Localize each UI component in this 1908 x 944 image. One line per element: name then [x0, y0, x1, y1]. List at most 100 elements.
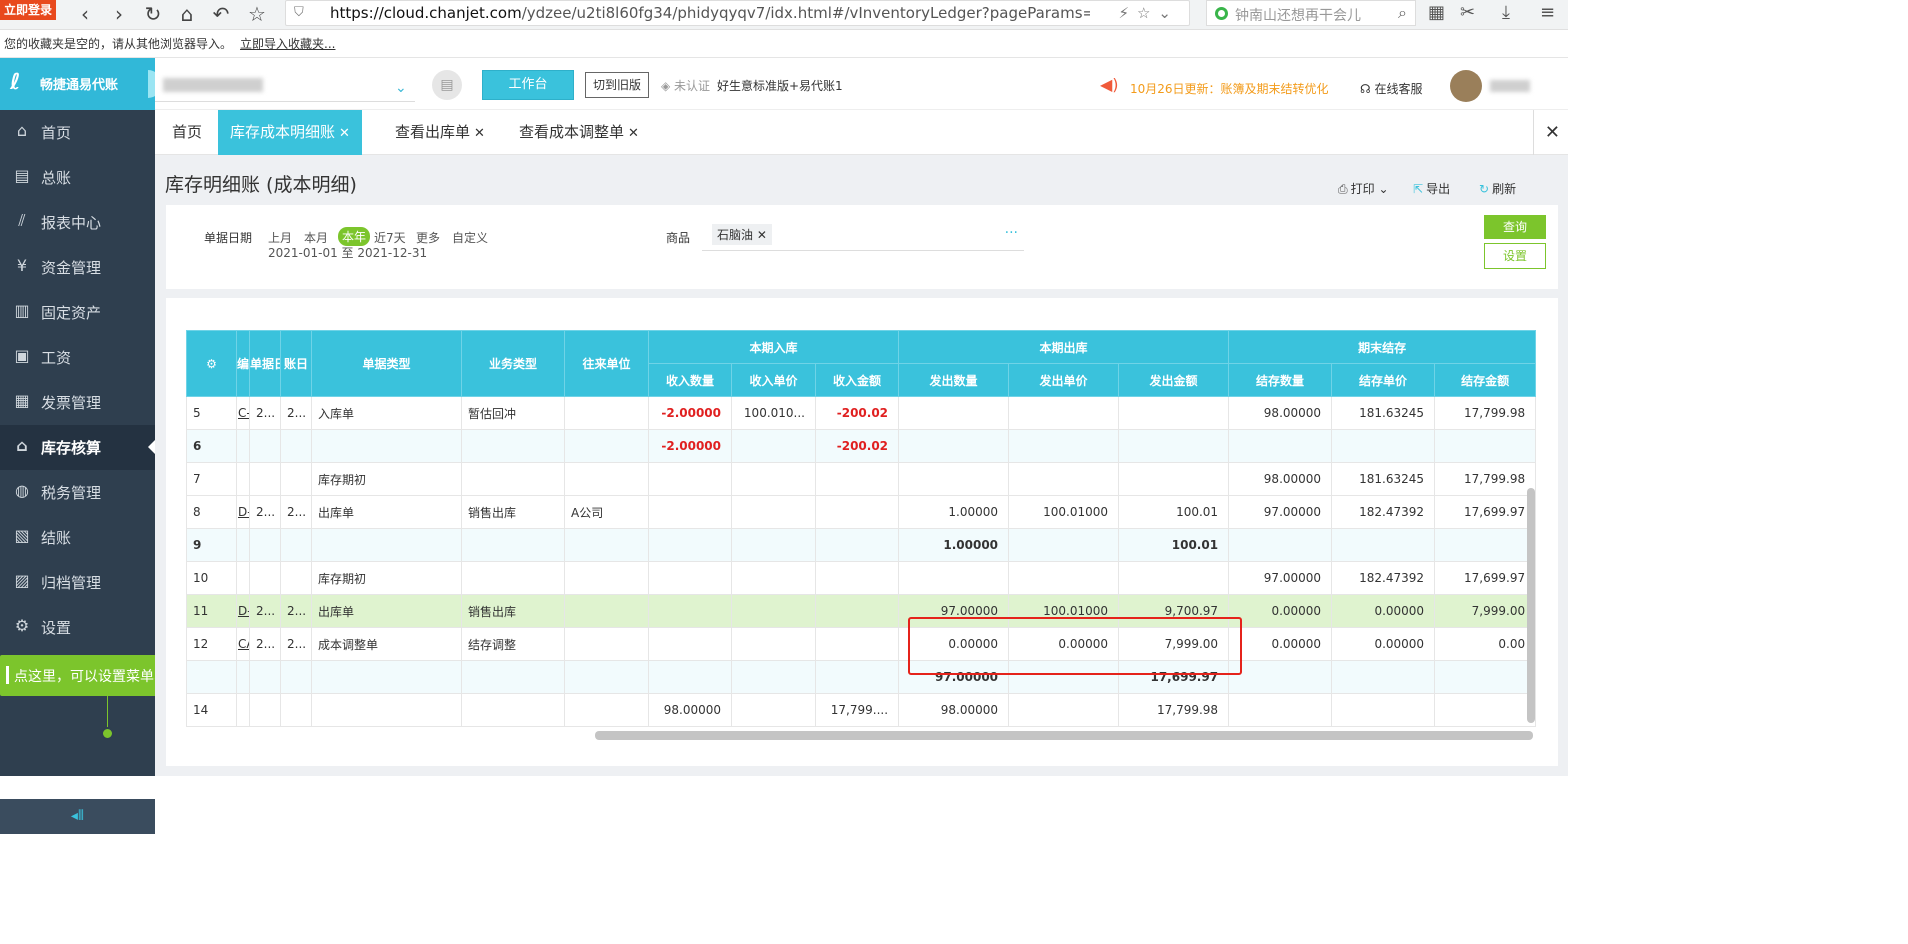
tab-item[interactable]: 查看出库单 ✕ — [383, 110, 497, 155]
sidebar-item-checkout[interactable]: ▧ 结账 — [0, 515, 155, 560]
tab-item[interactable]: 库存成本明细账 ✕ — [218, 110, 362, 155]
period-option[interactable]: 自定义 — [452, 229, 488, 246]
cell-in-price — [731, 561, 816, 595]
sidebar-item-asset[interactable]: ▥ 固定资产 — [0, 290, 155, 335]
col-header[interactable]: 单据类型 — [311, 330, 462, 397]
tab-close-icon[interactable]: ✕ — [628, 126, 639, 141]
table-row[interactable]: 6 -2.00000 -200.02 — [186, 429, 1537, 463]
tab-close-icon[interactable]: ✕ — [474, 126, 485, 141]
col-header[interactable]: 编 — [236, 330, 250, 397]
sidebar-item-ledger[interactable]: ▤ 总账 — [0, 155, 155, 200]
vertical-scrollbar[interactable] — [1527, 488, 1535, 723]
calendar-icon[interactable]: ▤ — [432, 70, 462, 100]
print-button[interactable]: ⎙ 打印 ⌄ — [1338, 180, 1389, 197]
account-select[interactable]: ⌄ — [155, 66, 415, 102]
table-row[interactable]: 10 库存期初 97.00000 182.47392 17,699.97 — [186, 561, 1537, 595]
goods-select[interactable]: 石脑油 ✕ ··· — [702, 221, 1024, 251]
col-header[interactable]: 结存单价 — [1331, 363, 1436, 397]
download-icon[interactable]: ⤓ — [1502, 2, 1510, 23]
col-header[interactable]: 发出单价 — [1008, 363, 1120, 397]
bookmark-star-icon[interactable]: ☆ — [244, 2, 270, 26]
cell-code[interactable] — [236, 660, 250, 694]
cell-code[interactable]: C- — [236, 396, 250, 430]
import-favorites-link[interactable]: 立即导入收藏夹... — [240, 37, 335, 51]
col-header[interactable]: 单据日 — [249, 330, 281, 397]
table-row[interactable]: 5 C- 2... 2... 入库单 暂估回冲 -2.00000 100.010... -200… — [186, 396, 1537, 430]
close-all-tabs-icon[interactable]: ✕ — [1545, 122, 1560, 143]
col-header[interactable]: 收入数量 — [648, 363, 732, 397]
col-header[interactable]: 业务类型 — [461, 330, 565, 397]
tab-item[interactable]: 首页 — [160, 110, 214, 155]
sidebar-item-tax[interactable]: ◍ 税务管理 — [0, 470, 155, 515]
sidebar-item-archive[interactable]: ▨ 归档管理 — [0, 560, 155, 605]
cell-code[interactable] — [236, 561, 250, 595]
refresh-button[interactable]: ↻ 刷新 — [1479, 180, 1516, 197]
old-version-button[interactable]: 切到旧版 — [585, 72, 650, 98]
group-header-balance: 期末结存 — [1228, 330, 1537, 364]
forward-icon[interactable]: › — [106, 2, 132, 26]
query-button[interactable]: 查询 — [1484, 215, 1546, 239]
sidebar-item-warehouse[interactable]: ⌂ 库存核算 — [0, 425, 155, 470]
col-header[interactable]: 结存数量 — [1228, 363, 1333, 397]
col-header[interactable]: 账日 — [280, 330, 312, 397]
undo-icon[interactable]: ↶ — [208, 2, 234, 26]
home-page-icon[interactable]: ⌂ — [174, 2, 200, 26]
col-header[interactable]: 发出数量 — [898, 363, 1010, 397]
cell-d1 — [249, 462, 281, 496]
sidebar-item-salary[interactable]: ▣ 工资 — [0, 335, 155, 380]
sidebar-item-chart[interactable]: ⫽ 报表中心 — [0, 200, 155, 245]
date-range[interactable]: 2021-01-01 至 2021-12-31 — [268, 244, 427, 261]
column-settings-header[interactable]: ⚙ — [186, 330, 237, 397]
reload-icon[interactable]: ↻ — [140, 2, 166, 26]
more-icon[interactable]: ··· — [1005, 225, 1018, 241]
tab-item[interactable]: 查看成本调整单 ✕ — [507, 110, 651, 155]
browser-search[interactable]: 钟南山还想再干会儿 ⌕ — [1206, 0, 1416, 26]
sidebar-item-home[interactable]: ⌂ 首页 — [0, 110, 155, 155]
address-bar[interactable]: ⛉ https://cloud.chanjet.com/ydzee/u2ti8l… — [285, 0, 1190, 26]
search-icon[interactable]: ⌕ — [1398, 3, 1407, 23]
chevron-down-icon: ⌄ — [395, 80, 407, 96]
cell-code[interactable]: D- — [236, 495, 250, 529]
avatar[interactable] — [1450, 70, 1482, 102]
collapse-menu-button[interactable]: ◂⦀ — [0, 799, 155, 834]
cell-code[interactable]: D- — [236, 594, 250, 628]
cell-d1 — [249, 693, 281, 727]
cell-code[interactable] — [236, 429, 250, 463]
logo[interactable]: ℓ 畅捷通易代账 — [0, 58, 162, 110]
cell-bal-qty: 0.00000 — [1228, 627, 1333, 661]
tab-close-icon[interactable]: ✕ — [339, 126, 350, 141]
table-row[interactable]: 97.00000 17,699.97 — [186, 660, 1537, 694]
apps-icon[interactable]: ▦ — [1428, 2, 1445, 23]
table-row[interactable]: 9 1.00000 100.01 — [186, 528, 1537, 562]
online-service[interactable]: ☊ 在线客服 — [1360, 80, 1423, 97]
setting-button[interactable]: 设置 — [1484, 243, 1546, 269]
workbench-button[interactable]: 工作台 — [482, 70, 574, 100]
table-row[interactable]: 14 98.00000 17,799.... 98.00000 17,799.98 — [186, 693, 1537, 727]
back-icon[interactable]: ‹ — [72, 2, 98, 26]
col-header[interactable]: 收入金额 — [814, 363, 900, 397]
col-header[interactable]: 往来单位 — [564, 330, 649, 397]
login-badge[interactable]: 立即登录 — [0, 0, 57, 20]
col-header[interactable]: 结存金额 — [1434, 363, 1537, 397]
horizontal-scrollbar[interactable] — [595, 731, 1533, 740]
export-button[interactable]: ⇱ 导出 — [1413, 180, 1450, 197]
table-row[interactable]: 7 库存期初 98.00000 181.63245 17,799.98 — [186, 462, 1537, 496]
goods-tag[interactable]: 石脑油 ✕ — [712, 224, 772, 245]
cell-code[interactable]: CA — [236, 627, 250, 661]
cell-bal-qty: 98.00000 — [1228, 462, 1333, 496]
table-row[interactable]: 11D-2...2...出库单销售出库97.00000100.010009,70… — [186, 594, 1537, 628]
scissors-icon[interactable]: ✂ — [1460, 2, 1475, 23]
menu-icon[interactable]: ≡ — [1540, 2, 1555, 23]
table-row[interactable]: 12CA2...2...成本调整单结存调整0.000000.000007,999… — [186, 627, 1537, 661]
url-actions-icon[interactable]: ⚡☆⌄ — [1118, 4, 1179, 22]
col-header[interactable]: 收入单价 — [731, 363, 816, 397]
sidebar-item-invoice[interactable]: ▦ 发票管理 — [0, 380, 155, 425]
cell-code[interactable] — [236, 693, 250, 727]
cell-code[interactable] — [236, 528, 250, 562]
sidebar-item-money[interactable]: ¥ 资金管理 — [0, 245, 155, 290]
table-row[interactable]: 8D-2...2...出库单销售出库A公司1.00000100.01000100… — [186, 495, 1537, 529]
sidebar-item-settings[interactable]: ⚙ 设置 — [0, 605, 155, 650]
col-header[interactable]: 发出金额 — [1118, 363, 1230, 397]
update-notice[interactable]: 10月26日更新：账簿及期末结转优化 — [1130, 80, 1329, 97]
cell-code[interactable] — [236, 462, 250, 496]
